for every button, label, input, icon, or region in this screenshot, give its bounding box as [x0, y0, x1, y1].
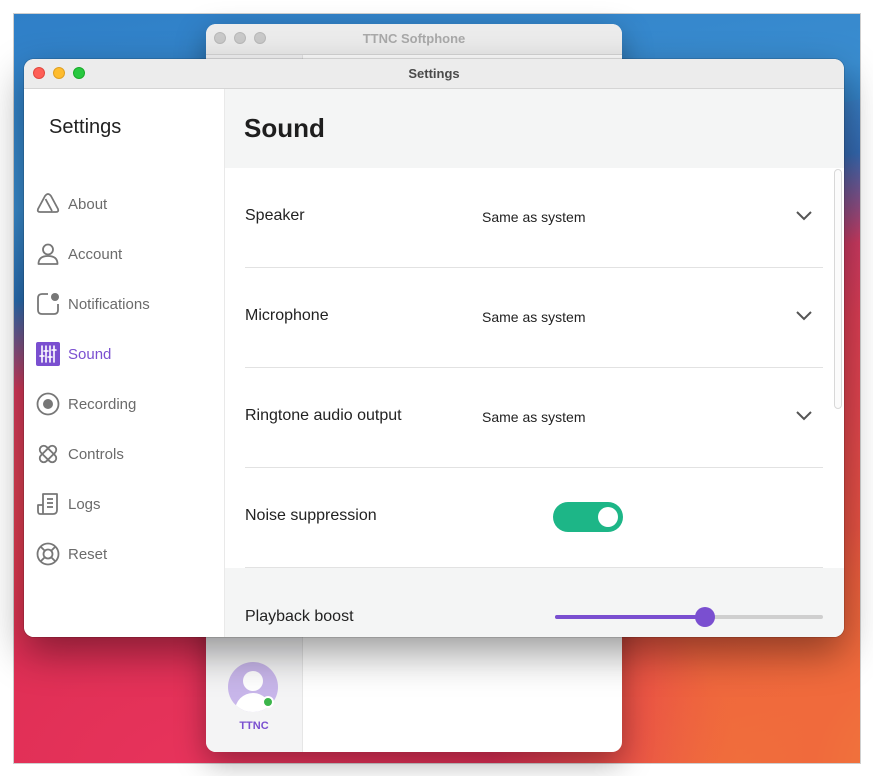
noise-suppression-row: Noise suppression [245, 468, 823, 568]
user-label: TTNC [239, 720, 269, 732]
lifebuoy-icon [36, 542, 60, 566]
settings-titlebar: Settings [24, 59, 844, 89]
slider-fill [555, 615, 706, 619]
speaker-row[interactable]: Speaker Same as system [245, 168, 823, 268]
window-title: Settings [408, 66, 460, 81]
sidebar-item-label: Account [68, 245, 123, 263]
sidebar-item-label: Logs [68, 495, 101, 513]
controls-icon [36, 442, 60, 466]
sidebar-title: Settings [49, 116, 122, 138]
playback-boost-slider[interactable] [555, 607, 823, 627]
ringtone-select[interactable]: Same as system [482, 409, 585, 425]
sidebar-item-label: About [68, 195, 108, 213]
settings-window: Settings Settings About Account Notifica… [24, 59, 844, 637]
sidebar-item-sound[interactable]: Sound [24, 329, 224, 379]
noise-suppression-label: Noise suppression [245, 507, 377, 524]
slider-thumb[interactable] [695, 607, 716, 627]
speaker-select[interactable]: Same as system [482, 209, 585, 225]
page-title: Sound [244, 113, 325, 143]
toggle-knob [598, 507, 618, 527]
sidebar-item-label: Notifications [68, 295, 150, 313]
sidebar-item-controls[interactable]: Controls [24, 429, 224, 479]
triangle-icon [36, 192, 60, 216]
settings-sidebar: Settings About Account Notifications Sou… [24, 89, 225, 637]
softphone-window-title: TTNC Softphone [362, 31, 466, 46]
microphone-label: Microphone [245, 307, 329, 324]
microphone-row[interactable]: Microphone Same as system [245, 268, 823, 368]
microphone-select[interactable]: Same as system [482, 309, 585, 325]
notification-icon [36, 292, 60, 316]
sidebar-item-label: Recording [68, 395, 137, 413]
sidebar-item-account[interactable]: Account [24, 229, 224, 279]
ringtone-label: Ringtone audio output [245, 407, 402, 424]
settings-content: Sound Speaker Same as system Microphone … [225, 89, 844, 637]
record-icon [36, 392, 60, 416]
sidebar-item-notifications[interactable]: Notifications [24, 279, 224, 329]
sidebar-item-recording[interactable]: Recording [24, 379, 224, 429]
playback-boost-label: Playback boost [245, 608, 354, 625]
sidebar-item-label: Sound [68, 345, 112, 363]
user-icon [36, 242, 60, 266]
noise-suppression-toggle[interactable] [553, 502, 623, 532]
sidebar-item-label: Reset [68, 545, 108, 563]
sidebar-item-reset[interactable]: Reset [24, 529, 224, 579]
sound-settings-panel: Speaker Same as system Microphone Same a… [225, 168, 844, 568]
chevron-down-icon[interactable] [795, 410, 813, 422]
softphone-titlebar: TTNC Softphone [206, 24, 622, 55]
speaker-label: Speaker [245, 207, 305, 224]
sidebar-item-about[interactable]: About [24, 179, 224, 229]
scrollbar[interactable] [834, 169, 842, 409]
ringtone-row[interactable]: Ringtone audio output Same as system [245, 368, 823, 468]
sidebar-item-logs[interactable]: Logs [24, 479, 224, 529]
sidebar-nav: About Account Notifications Sound Record… [24, 179, 224, 579]
sidebar-item-label: Controls [68, 445, 124, 463]
chevron-down-icon[interactable] [795, 310, 813, 322]
presence-indicator [262, 696, 274, 708]
sliders-icon [36, 342, 60, 366]
chevron-down-icon[interactable] [795, 210, 813, 222]
logs-icon [36, 492, 60, 516]
